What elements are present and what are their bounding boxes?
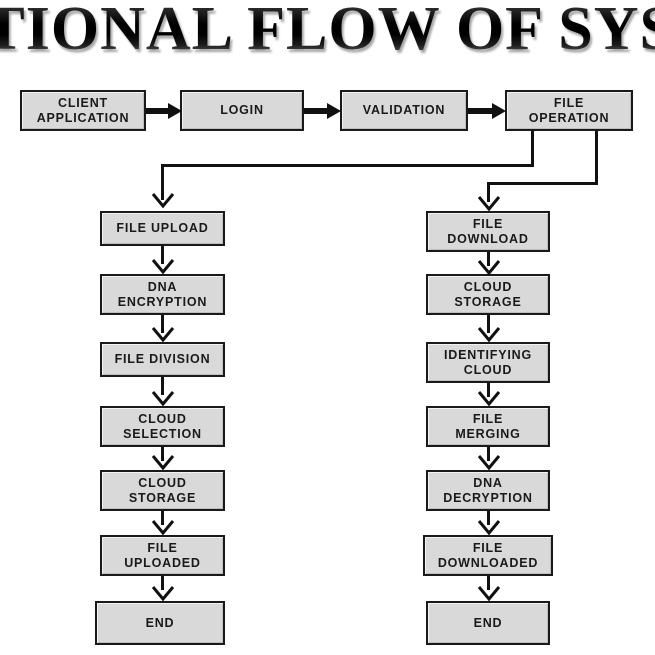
node-file-upload[interactable]: FILE UPLOAD (100, 211, 225, 246)
branch-upload-horizontal (161, 164, 534, 167)
flowchart-canvas: CTIONAL FLOW OF SYST CTIONAL FLOW OF SYS… (0, 0, 655, 655)
branch-upload-stem (531, 131, 534, 167)
connector-upload-6 (161, 576, 164, 590)
node-file-merging[interactable]: FILE MERGING (426, 406, 550, 447)
node-identifying-cloud[interactable]: IDENTIFYING CLOUD (426, 342, 550, 383)
branch-download-drop (487, 182, 490, 202)
node-dna-encryption[interactable]: DNA ENCRYPTION (100, 274, 225, 315)
arrow-validation-to-file-operation (468, 103, 506, 119)
node-end-download[interactable]: END (426, 601, 550, 645)
diagram-title-text: CTIONAL FLOW OF SYST (0, 0, 655, 62)
connector-upload-2 (161, 315, 164, 333)
node-login[interactable]: LOGIN (180, 90, 304, 131)
diagram-title: CTIONAL FLOW OF SYST CTIONAL FLOW OF SYS… (0, 0, 655, 72)
node-validation[interactable]: VALIDATION (340, 90, 468, 131)
arrow-login-to-validation (304, 103, 341, 119)
connector-download-6 (487, 576, 490, 590)
node-file-download[interactable]: FILE DOWNLOAD (426, 211, 550, 252)
node-client-application[interactable]: CLIENT APPLICATION (20, 90, 146, 131)
connector-upload-3 (161, 377, 164, 395)
node-file-uploaded[interactable]: FILE UPLOADED (100, 535, 225, 576)
node-file-downloaded[interactable]: FILE DOWNLOADED (423, 535, 553, 576)
connector-download-3 (487, 383, 490, 397)
node-cloud-storage-download[interactable]: CLOUD STORAGE (426, 274, 550, 315)
connector-upload-1 (161, 246, 164, 264)
connector-download-1 (487, 252, 490, 266)
connector-download-5 (487, 511, 490, 525)
connector-upload-4 (161, 447, 164, 461)
node-cloud-selection[interactable]: CLOUD SELECTION (100, 406, 225, 447)
branch-download-stem (595, 131, 598, 185)
connector-download-4 (487, 447, 490, 461)
connector-upload-5 (161, 511, 164, 525)
branch-download-horizontal (487, 182, 598, 185)
node-dna-decryption[interactable]: DNA DECRYPTION (426, 470, 550, 511)
branch-upload-drop (161, 164, 164, 200)
node-file-operation[interactable]: FILE OPERATION (505, 90, 633, 131)
node-file-division[interactable]: FILE DIVISION (100, 342, 225, 377)
connector-download-2 (487, 315, 490, 333)
arrow-client-to-login (146, 103, 182, 119)
node-end-upload[interactable]: END (95, 601, 225, 645)
node-cloud-storage-upload[interactable]: CLOUD STORAGE (100, 470, 225, 511)
